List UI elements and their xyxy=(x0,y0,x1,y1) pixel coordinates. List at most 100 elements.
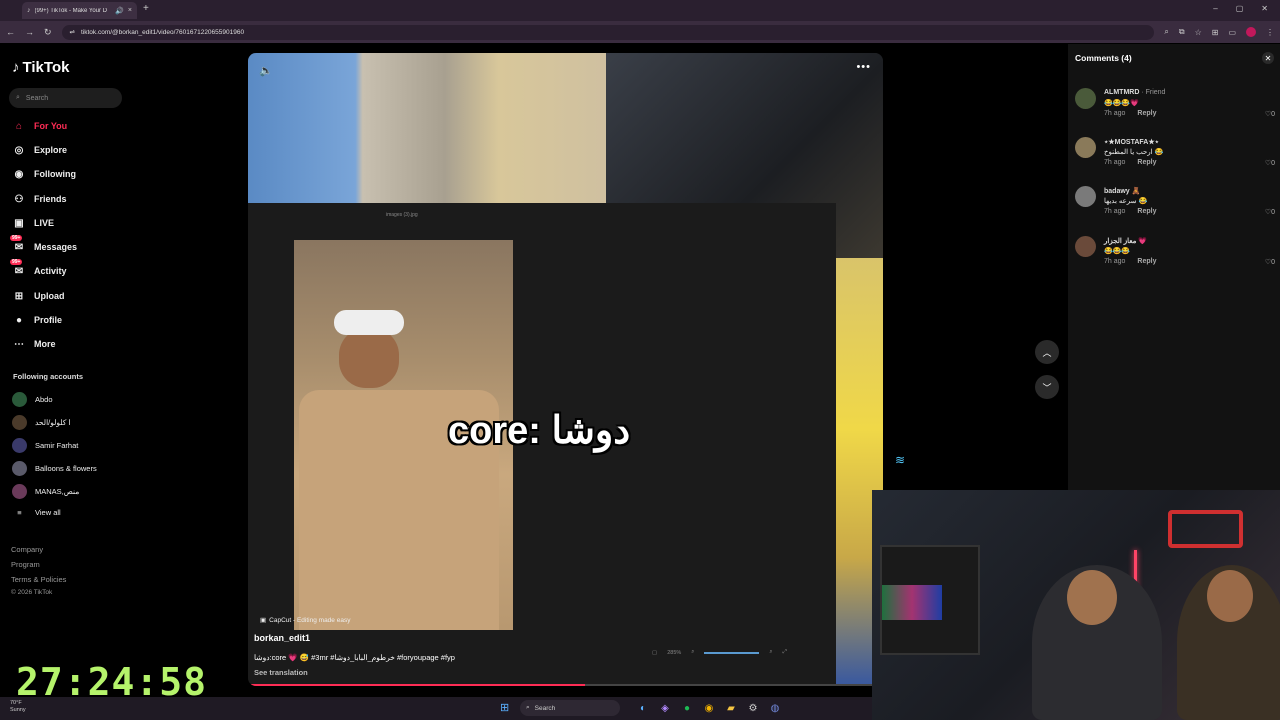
like-button[interactable]: ♡0 xyxy=(1265,258,1275,266)
windows-start-icon[interactable]: ⊞ xyxy=(500,701,514,715)
avatar xyxy=(12,461,27,476)
reply-button[interactable]: Reply xyxy=(1137,208,1156,215)
see-translation-link[interactable]: See translation xyxy=(254,668,308,677)
like-button[interactable]: ♡0 xyxy=(1265,110,1275,118)
avatar[interactable] xyxy=(1075,186,1096,207)
account-name: MANAS,منص xyxy=(35,487,80,496)
bookmark-star-icon[interactable]: ☆ xyxy=(1195,28,1202,37)
avatar[interactable] xyxy=(1075,137,1096,158)
edge-icon[interactable]: ◐ xyxy=(636,701,650,715)
url-field[interactable]: ⇌ tiktok.com/@borkan_edit1/video/7601671… xyxy=(61,24,1155,40)
view-all-link[interactable]: ≡ View all xyxy=(12,508,61,517)
reply-button[interactable]: Reply xyxy=(1137,159,1156,166)
following-account[interactable]: Samir Farhat xyxy=(12,438,78,453)
account-name: Abdo xyxy=(35,395,53,404)
settings-icon[interactable]: ⚙ xyxy=(746,701,760,715)
comment-time: 7h ago xyxy=(1104,110,1126,117)
menu-icon[interactable]: ⋮ xyxy=(1266,28,1274,37)
comment-meta: 7h ago Reply xyxy=(1104,110,1156,117)
video-progress-bar[interactable] xyxy=(248,684,883,686)
avatar[interactable] xyxy=(1075,236,1096,257)
speaker-icon[interactable]: 🔊 xyxy=(115,7,124,15)
close-window-button[interactable]: ✕ xyxy=(1261,4,1268,13)
comment-author[interactable]: ALMTMRD · Friend xyxy=(1104,89,1165,96)
reply-button[interactable]: Reply xyxy=(1137,110,1156,117)
nav-messages[interactable]: ✉ 99+ Messages xyxy=(10,235,78,254)
previous-video-button[interactable]: ︿ xyxy=(1035,340,1059,364)
following-account[interactable]: ا كلولو/الحد xyxy=(12,415,71,430)
face-shape xyxy=(339,328,399,388)
more-options-icon[interactable]: ••• xyxy=(856,61,871,73)
nav-following[interactable]: ◉ Following xyxy=(12,167,76,181)
comment-text: 😂😂😂💗 xyxy=(1104,100,1139,107)
comment-item: ⋆★MOSTAFA★⋆ ارحب يا المطنوخ 😂 7h ago Rep… xyxy=(1075,137,1275,177)
forward-icon[interactable]: → xyxy=(25,27,34,37)
cast-icon[interactable]: ⧉ xyxy=(1179,27,1185,37)
like-button[interactable]: ♡0 xyxy=(1265,208,1275,216)
following-account[interactable]: Abdo xyxy=(12,392,53,407)
reload-icon[interactable]: ↻ xyxy=(44,27,52,38)
extensions-icon[interactable]: ⊞ xyxy=(1212,28,1219,37)
nav-profile[interactable]: ● Profile xyxy=(12,313,62,327)
activity-badge: 99+ xyxy=(10,259,23,265)
weather-widget[interactable]: 70°F Sunny xyxy=(10,700,26,714)
search-input[interactable]: ⌕ Search xyxy=(9,88,122,108)
discord-icon[interactable]: ◍ xyxy=(768,701,782,715)
tiktok-logo[interactable]: ♪ TikTok xyxy=(12,59,69,76)
reply-button[interactable]: Reply xyxy=(1137,258,1156,265)
zoom-level: 285% xyxy=(667,649,682,656)
volume-icon[interactable]: 🔈 xyxy=(259,64,273,77)
avatar xyxy=(12,415,27,430)
nav-explore[interactable]: ◎ Explore xyxy=(12,143,67,157)
site-info-icon[interactable]: ⇌ xyxy=(70,28,75,36)
window-controls: – ▢ ✕ xyxy=(1213,4,1268,13)
spotify-icon[interactable]: ● xyxy=(680,701,694,715)
zoom-in-icon[interactable]: ⌕ xyxy=(769,649,772,656)
nav-label: More xyxy=(34,339,56,349)
tab-close-icon[interactable]: × xyxy=(128,7,132,14)
zoom-icon[interactable]: ⌕ xyxy=(1164,27,1168,37)
following-account[interactable]: MANAS,منص xyxy=(12,484,79,499)
next-video-button[interactable]: ﹀ xyxy=(1035,375,1059,399)
taskbar-search-label: Search xyxy=(534,704,556,712)
nav-friends[interactable]: ⚇ Friends xyxy=(12,192,67,206)
footer-program[interactable]: Program xyxy=(11,560,40,569)
copilot-icon[interactable]: ◈ xyxy=(658,701,672,715)
folder-icon[interactable]: ▰ xyxy=(724,701,738,715)
comment-author[interactable]: معاز الجزار 💗 xyxy=(1104,237,1147,245)
nav-activity[interactable]: ✉ 99+ Activity xyxy=(10,259,67,278)
maximize-button[interactable]: ▢ xyxy=(1236,4,1244,13)
chrome-icon[interactable]: ◉ xyxy=(702,701,716,715)
nav-live[interactable]: ▣ LIVE xyxy=(12,216,54,230)
browser-tab[interactable]: ♪ (99+) TikTok - Make Your D 🔊 × xyxy=(22,2,137,19)
upload-icon: ⊞ xyxy=(14,290,24,302)
sidebar-icon[interactable]: ▭ xyxy=(1228,28,1236,37)
taskbar-search[interactable]: ⌕ Search xyxy=(520,700,620,716)
following-account[interactable]: Balloons & flowers xyxy=(12,461,97,476)
zoom-out-icon[interactable]: ⌕ xyxy=(691,649,694,656)
nav-upload[interactable]: ⊞ Upload xyxy=(12,289,65,303)
author-name[interactable]: borkan_edit1 xyxy=(254,633,310,643)
back-icon[interactable]: ← xyxy=(6,27,15,37)
like-button[interactable]: ♡0 xyxy=(1265,159,1275,167)
view-all-label: View all xyxy=(35,508,61,517)
frame-icon[interactable]: ▢ xyxy=(652,650,657,656)
avatar[interactable] xyxy=(1075,88,1096,109)
nav-for-you[interactable]: ⌂ For You xyxy=(12,119,67,133)
nav-label: Messages xyxy=(34,242,78,252)
footer-company[interactable]: Company xyxy=(11,545,43,554)
minimize-button[interactable]: – xyxy=(1213,4,1217,13)
profile-avatar[interactable] xyxy=(1246,27,1256,37)
nav-more[interactable]: ⋯ More xyxy=(12,337,56,351)
comment-author[interactable]: badawy 🧸 xyxy=(1104,187,1140,195)
zoom-slider[interactable] xyxy=(704,651,760,654)
comment-author[interactable]: ⋆★MOSTAFA★⋆ xyxy=(1104,138,1159,146)
video-player[interactable]: images (3).jpg core: دوشا 🔈 ••• ▣ CapCut… xyxy=(248,53,883,686)
footer-terms[interactable]: Terms & Policies xyxy=(11,575,66,584)
close-comments-button[interactable]: ✕ xyxy=(1262,52,1274,64)
hat-shape xyxy=(334,310,404,335)
capcut-label[interactable]: ▣ CapCut - Editing made easy xyxy=(260,616,350,625)
video-caption: core: دوشا xyxy=(448,410,631,452)
fullscreen-icon[interactable]: ⤢ xyxy=(782,649,786,656)
new-tab-button[interactable]: + xyxy=(143,3,149,14)
